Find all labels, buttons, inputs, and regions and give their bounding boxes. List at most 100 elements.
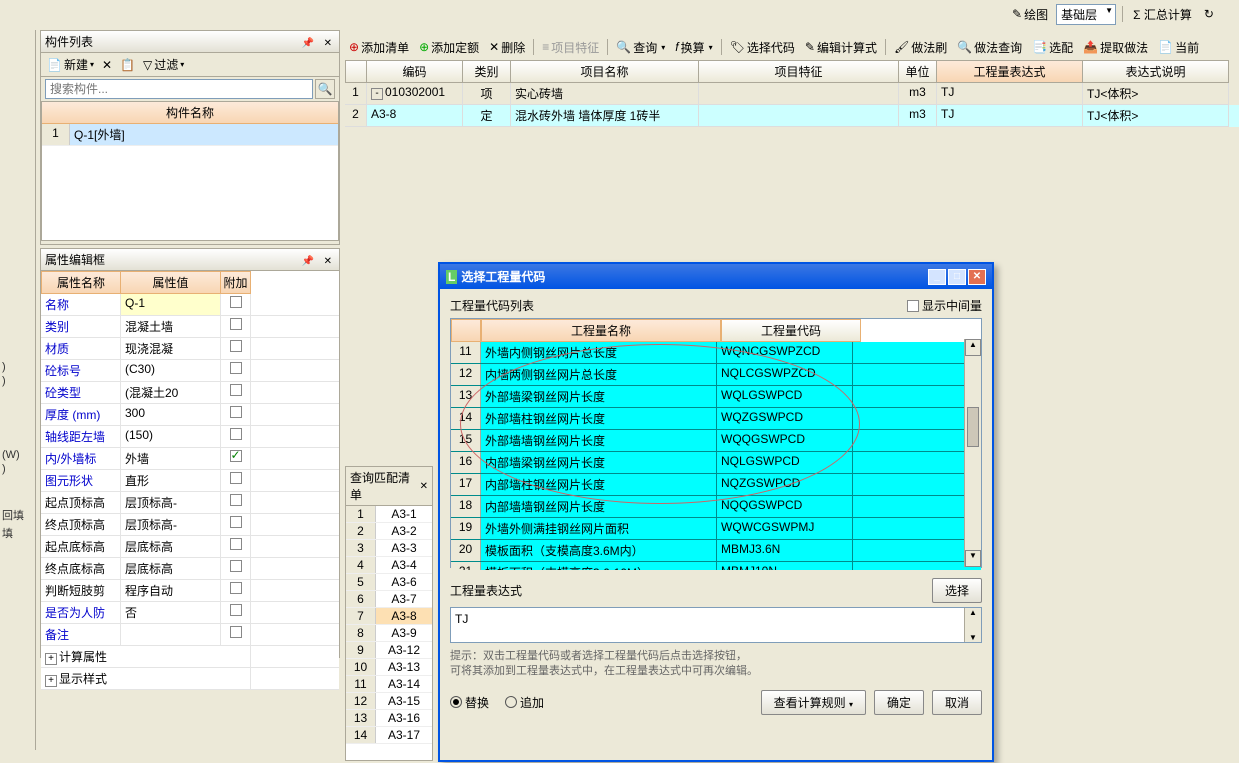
checkbox[interactable] [230, 538, 242, 550]
search-input[interactable] [45, 79, 313, 99]
match-row[interactable]: 3A3-3 [346, 540, 432, 557]
expression-input[interactable]: TJ ▲ ▼ [450, 607, 982, 643]
delete-icon-button[interactable]: ✕ [100, 57, 114, 73]
new-button[interactable]: 📄新建▾ [45, 55, 96, 74]
checkbox[interactable] [230, 604, 242, 616]
property-row[interactable]: 名称 Q-1 [41, 294, 339, 316]
code-row[interactable]: 19外墙外侧满挂钢丝网片面积WQWCGSWPMJ [451, 518, 981, 540]
view-rules-button[interactable]: 查看计算规则 ▾ [761, 690, 866, 715]
draw-button[interactable]: ✎绘图 [1008, 6, 1052, 23]
property-row[interactable]: 图元形状 直形 [41, 470, 339, 492]
search-button[interactable]: 🔍 [315, 79, 335, 99]
convert-button[interactable]: f换算▾ [671, 38, 716, 57]
code-row[interactable]: 18内部墙墙钢丝网片长度NQQGSWPCD [451, 496, 981, 518]
checkbox[interactable] [230, 516, 242, 528]
code-row[interactable]: 13外部墙梁钢丝网片长度WQLGSWPCD [451, 386, 981, 408]
col-name[interactable]: 工程量名称 [481, 319, 721, 342]
match-button[interactable]: 📑选配 [1028, 38, 1077, 57]
property-row[interactable]: 内/外墙标 外墙 [41, 448, 339, 470]
add-quota-button[interactable]: ⊕添加定额 [415, 38, 483, 57]
checkbox[interactable] [230, 384, 242, 396]
match-row[interactable]: 12A3-15 [346, 693, 432, 710]
checkbox[interactable] [230, 582, 242, 594]
property-row[interactable]: 是否为人防 否 [41, 602, 339, 624]
match-row[interactable]: 7A3-8 [346, 608, 432, 625]
match-row[interactable]: 1A3-1 [346, 506, 432, 523]
match-row[interactable]: 8A3-9 [346, 625, 432, 642]
property-row[interactable]: 类别 混凝土墙 [41, 316, 339, 338]
scrollbar[interactable]: ▲ ▼ [964, 339, 981, 567]
property-row[interactable]: 备注 [41, 624, 339, 646]
property-row[interactable]: 轴线距左墙 (150) [41, 426, 339, 448]
property-row[interactable]: 砼类型 (混凝土20 [41, 382, 339, 404]
close-button[interactable]: ✕ [968, 269, 986, 285]
maximize-button[interactable]: □ [948, 269, 966, 285]
method-query-button[interactable]: 🔍做法查询 [953, 38, 1026, 57]
match-row[interactable]: 13A3-16 [346, 710, 432, 727]
project-feature-button[interactable]: ≡项目特征 [538, 38, 603, 57]
match-row[interactable]: 2A3-2 [346, 523, 432, 540]
property-row[interactable]: 终点底标高 层底标高 [41, 558, 339, 580]
append-radio[interactable]: 追加 [505, 694, 544, 711]
property-row[interactable]: 判断短肢剪 程序自动 [41, 580, 339, 602]
property-row[interactable]: 厚度 (mm) 300 [41, 404, 339, 426]
code-row[interactable]: 11外墙内侧钢丝网片总长度WQNCGSWPZCD [451, 342, 981, 364]
match-row[interactable]: 11A3-14 [346, 676, 432, 693]
filter-button[interactable]: ▽过滤▾ [141, 55, 186, 74]
col-code[interactable]: 工程量代码 [721, 319, 861, 342]
property-row[interactable]: 起点底标高 层底标高 [41, 536, 339, 558]
delete-button[interactable]: ✕删除 [485, 38, 529, 57]
match-row[interactable]: 10A3-13 [346, 659, 432, 676]
extract-button[interactable]: 📤提取做法 [1079, 38, 1152, 57]
scrollbar[interactable]: ▲ ▼ [964, 608, 981, 642]
code-row[interactable]: 17内部墙柱钢丝网片长度NQZGSWPCD [451, 474, 981, 496]
close-icon[interactable]: ✕ [420, 481, 428, 492]
cancel-button[interactable]: 取消 [932, 690, 982, 715]
close-icon[interactable]: ✕ [321, 38, 335, 49]
show-mid-checkbox[interactable]: 显示中间量 [907, 297, 982, 314]
code-row[interactable]: 21模板面积（支模高度3.6-10M）MBMJ10N [451, 562, 981, 570]
cloud-button[interactable]: ↻ [1200, 7, 1218, 21]
main-grid-row[interactable]: 1 -010302001 项 实心砖墙 m3 TJ TJ<体积> [345, 83, 1239, 105]
property-row[interactable]: 砼标号 (C30) [41, 360, 339, 382]
checkbox[interactable] [230, 560, 242, 572]
property-row[interactable]: 起点顶标高 层顶标高- [41, 492, 339, 514]
scroll-thumb[interactable] [967, 407, 979, 447]
checkbox[interactable] [230, 406, 242, 418]
select-code-button[interactable]: 🏷选择代码 [726, 38, 799, 57]
checkbox[interactable] [230, 626, 242, 638]
checkbox[interactable] [230, 362, 242, 374]
checkbox[interactable] [230, 494, 242, 506]
checkbox[interactable] [230, 340, 242, 352]
code-row[interactable]: 15外部墙墙钢丝网片长度WQQGSWPCD [451, 430, 981, 452]
checkbox[interactable] [230, 472, 242, 484]
scroll-down-icon[interactable]: ▼ [965, 550, 981, 567]
dialog-title-bar[interactable]: L选择工程量代码 _ □ ✕ [440, 264, 992, 289]
code-row[interactable]: 20模板面积（支模高度3.6M内）MBMJ3.6N [451, 540, 981, 562]
checkbox[interactable] [230, 296, 242, 308]
select-button[interactable]: 选择 [932, 578, 982, 603]
property-row[interactable]: 材质 现浇混凝 [41, 338, 339, 360]
sum-calc-button[interactable]: Σ 汇总计算 [1129, 6, 1196, 23]
match-row[interactable]: 5A3-6 [346, 574, 432, 591]
current-button[interactable]: 📄当前 [1154, 38, 1203, 57]
property-row[interactable]: 终点顶标高 层顶标高- [41, 514, 339, 536]
replace-radio[interactable]: 替换 [450, 694, 489, 711]
property-group[interactable]: +计算属性 [41, 646, 339, 668]
main-grid-row[interactable]: 2 A3-8 定 混水砖外墙 墙体厚度 1砖半 m3 TJ TJ<体积> [345, 105, 1239, 127]
match-row[interactable]: 9A3-12 [346, 642, 432, 659]
layer-dropdown[interactable]: 基础层 [1056, 4, 1116, 25]
copy-icon-button[interactable]: 📋 [118, 57, 137, 73]
match-row[interactable]: 6A3-7 [346, 591, 432, 608]
checkbox[interactable] [230, 450, 242, 462]
pin-icon[interactable]: 📌 [299, 256, 317, 267]
edit-expr-button[interactable]: ✎编辑计算式 [801, 38, 881, 57]
pin-icon[interactable]: 📌 [299, 38, 317, 49]
query-button[interactable]: 🔍查询▾ [612, 38, 669, 57]
minimize-button[interactable]: _ [928, 269, 946, 285]
close-icon[interactable]: ✕ [321, 256, 335, 267]
scroll-up-icon[interactable]: ▲ [965, 339, 981, 356]
match-row[interactable]: 14A3-17 [346, 727, 432, 744]
property-group[interactable]: +显示样式 [41, 668, 339, 690]
code-row[interactable]: 16内部墙梁钢丝网片长度NQLGSWPCD [451, 452, 981, 474]
